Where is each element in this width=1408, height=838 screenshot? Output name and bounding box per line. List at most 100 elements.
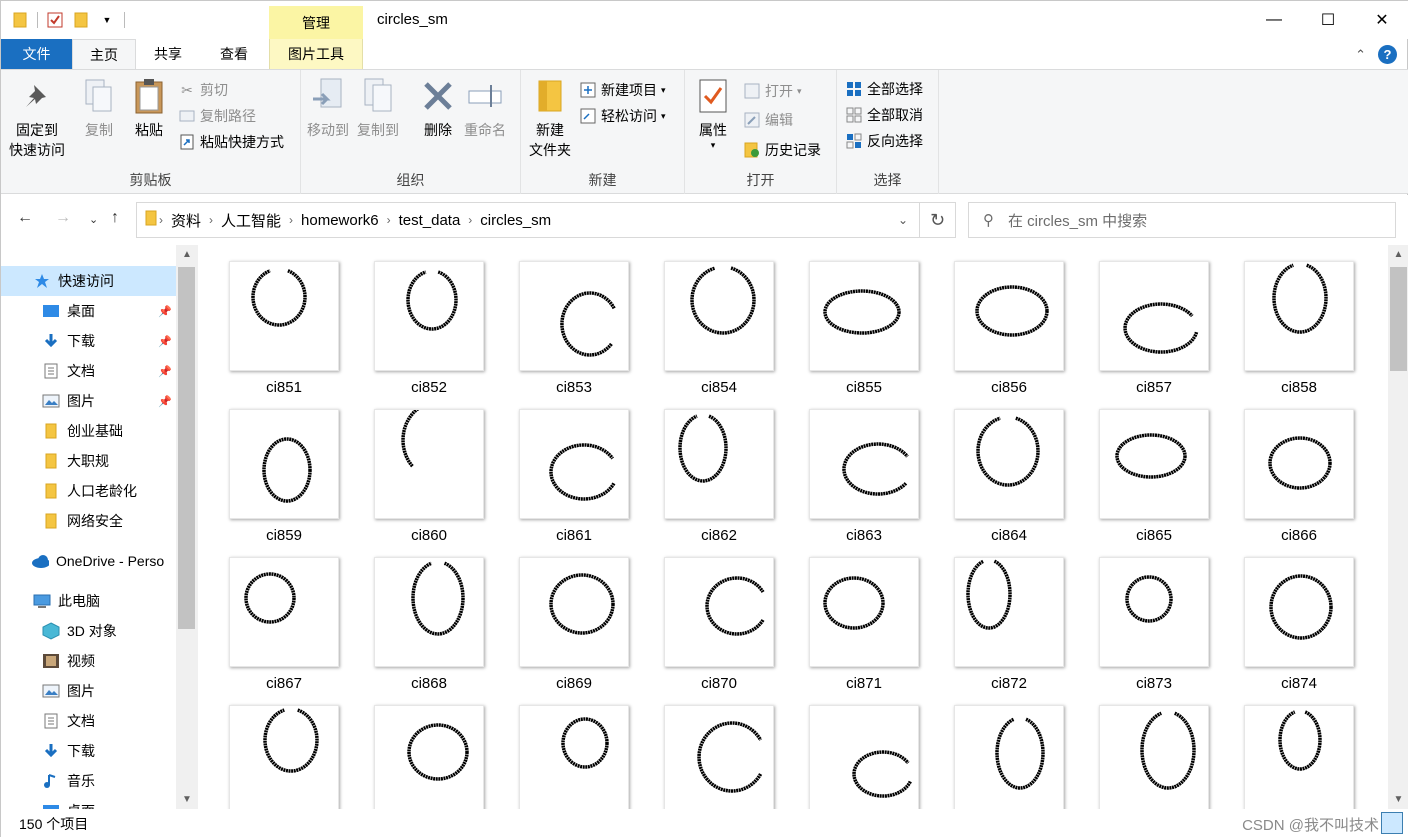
nav-quick-access[interactable]: 快速访问	[1, 266, 176, 296]
file-tile[interactable]: ci851	[229, 261, 339, 401]
properties-icon[interactable]	[46, 11, 64, 29]
file-tile[interactable]	[809, 705, 919, 809]
file-tile[interactable]: ci862	[664, 409, 774, 549]
minimize-button[interactable]: —	[1247, 1, 1301, 39]
nav-item[interactable]: 桌面 📌	[1, 296, 176, 326]
tab-picture-tools[interactable]: 图片工具	[269, 39, 363, 69]
copy-button[interactable]: 复制	[81, 76, 117, 140]
recent-locations-icon[interactable]: ⌄	[89, 213, 98, 226]
file-tile[interactable]	[954, 705, 1064, 809]
new-item-button[interactable]: 新建项目 ▾	[579, 79, 666, 101]
file-tile[interactable]	[1244, 705, 1354, 809]
tab-share[interactable]: 共享	[136, 39, 200, 69]
breadcrumb-item[interactable]: circles_sm	[472, 212, 559, 229]
tab-home[interactable]: 主页	[72, 39, 136, 69]
edit-button[interactable]: 编辑	[743, 109, 793, 131]
forward-arrow-icon[interactable]: →	[55, 209, 71, 227]
nav-item[interactable]: 文档 📌	[1, 356, 176, 386]
new-folder-icon[interactable]	[72, 11, 90, 29]
scroll-up-icon[interactable]: ▲	[176, 249, 198, 260]
file-tile[interactable]: ci855	[809, 261, 919, 401]
file-tile[interactable]	[374, 705, 484, 809]
file-tile[interactable]: ci857	[1099, 261, 1209, 401]
file-tile[interactable]: ci867	[229, 557, 339, 697]
copy-to-button[interactable]: 复制到	[357, 76, 399, 140]
copy-path-button[interactable]: 复制路径	[178, 105, 256, 127]
search-box[interactable]: ⚲ 在 circles_sm 中搜索	[968, 202, 1396, 238]
file-tile[interactable]	[519, 705, 629, 809]
nav-onedrive[interactable]: OneDrive - Perso	[1, 546, 176, 576]
new-folder-button[interactable]: 新建 文件夹	[529, 76, 571, 160]
nav-this-pc[interactable]: 此电脑	[1, 586, 176, 616]
file-tile[interactable]: ci874	[1244, 557, 1354, 697]
paste-button[interactable]: 粘贴	[131, 76, 167, 140]
history-button[interactable]: 历史记录	[743, 139, 821, 161]
file-tile[interactable]: ci863	[809, 409, 919, 549]
nav-item[interactable]: 下载	[1, 736, 176, 766]
nav-item[interactable]: 大职规	[1, 446, 176, 476]
breadcrumb-item[interactable]: test_data	[391, 212, 469, 229]
nav-item[interactable]: 图片 📌	[1, 386, 176, 416]
back-arrow-icon[interactable]: ←	[17, 209, 33, 227]
file-tile[interactable]: ci852	[374, 261, 484, 401]
file-tile[interactable]: ci870	[664, 557, 774, 697]
file-tile[interactable]: ci869	[519, 557, 629, 697]
nav-scrollbar[interactable]: ▲ ▼	[176, 245, 198, 809]
file-tile[interactable]: ci865	[1099, 409, 1209, 549]
maximize-button[interactable]: ☐	[1301, 1, 1355, 39]
content-scrollbar[interactable]: ▲ ▼	[1388, 245, 1408, 809]
nav-item[interactable]: 网络安全	[1, 506, 176, 536]
file-tile[interactable]: ci861	[519, 409, 629, 549]
file-tile[interactable]: ci856	[954, 261, 1064, 401]
nav-item[interactable]: 下载 📌	[1, 326, 176, 356]
nav-item[interactable]: 创业基础	[1, 416, 176, 446]
cut-button[interactable]: ✂ 剪切	[178, 79, 228, 101]
breadcrumb-item[interactable]: 资料	[163, 210, 209, 231]
large-icons-view-button[interactable]	[1381, 812, 1403, 834]
help-icon[interactable]: ?	[1378, 45, 1397, 64]
nav-scroll-thumb[interactable]	[178, 267, 195, 629]
file-tile[interactable]: ci860	[374, 401, 484, 549]
open-button[interactable]: 打开 ▾	[743, 80, 802, 102]
nav-item[interactable]: 人口老龄化	[1, 476, 176, 506]
file-tile[interactable]: ci872	[954, 557, 1064, 697]
file-tile[interactable]: ci854	[664, 261, 774, 401]
file-tile[interactable]: ci858	[1244, 261, 1354, 401]
file-tile[interactable]: ci859	[229, 409, 339, 549]
file-tile[interactable]	[664, 705, 774, 809]
manage-tab[interactable]: 管理	[269, 6, 363, 39]
address-dropdown-icon[interactable]: ⌄	[887, 203, 919, 237]
file-tile[interactable]: ci868	[374, 557, 484, 697]
up-arrow-icon[interactable]: ↑	[111, 209, 119, 227]
nav-item[interactable]: 图片	[1, 676, 176, 706]
select-all-button[interactable]: 全部选择	[845, 78, 923, 100]
nav-item[interactable]: 文档	[1, 706, 176, 736]
invert-selection-button[interactable]: 反向选择	[845, 130, 923, 152]
easy-access-button[interactable]: 轻松访问 ▾	[579, 105, 666, 127]
select-none-button[interactable]: 全部取消	[845, 104, 923, 126]
paste-shortcut-button[interactable]: 粘贴快捷方式	[178, 131, 284, 153]
content-scroll-thumb[interactable]	[1390, 267, 1407, 371]
breadcrumb-item[interactable]: homework6	[293, 212, 387, 229]
file-tile[interactable]	[229, 705, 339, 809]
breadcrumb-item[interactable]: 人工智能	[213, 210, 289, 231]
move-to-button[interactable]: 移动到	[307, 76, 349, 140]
pin-quick-access-button[interactable]: 固定到 快速访问	[9, 76, 65, 160]
refresh-icon[interactable]: ↻	[919, 203, 955, 237]
scroll-up-icon[interactable]: ▲	[1388, 249, 1408, 260]
nav-item[interactable]: 视频	[1, 646, 176, 676]
file-tile[interactable]: ci873	[1099, 557, 1209, 697]
properties-button[interactable]: 属性 ▾	[695, 76, 731, 150]
rename-button[interactable]: 重命名	[464, 76, 506, 140]
nav-item[interactable]: 音乐	[1, 766, 176, 796]
file-tile[interactable]: ci871	[809, 557, 919, 697]
collapse-ribbon-icon[interactable]: ⌃	[1355, 47, 1366, 63]
scroll-down-icon[interactable]: ▼	[176, 794, 198, 805]
address-bar[interactable]: › 资料 › 人工智能 › homework6 › test_data › circles_sm …	[136, 202, 956, 238]
file-tile[interactable]: ci864	[954, 409, 1064, 549]
file-tile[interactable]: ci866	[1244, 409, 1354, 549]
file-tile[interactable]	[1099, 705, 1209, 809]
delete-button[interactable]: 删除	[420, 76, 456, 140]
customize-toolbar-icon[interactable]: ▼	[98, 11, 116, 29]
file-tile[interactable]: ci853	[519, 261, 629, 401]
